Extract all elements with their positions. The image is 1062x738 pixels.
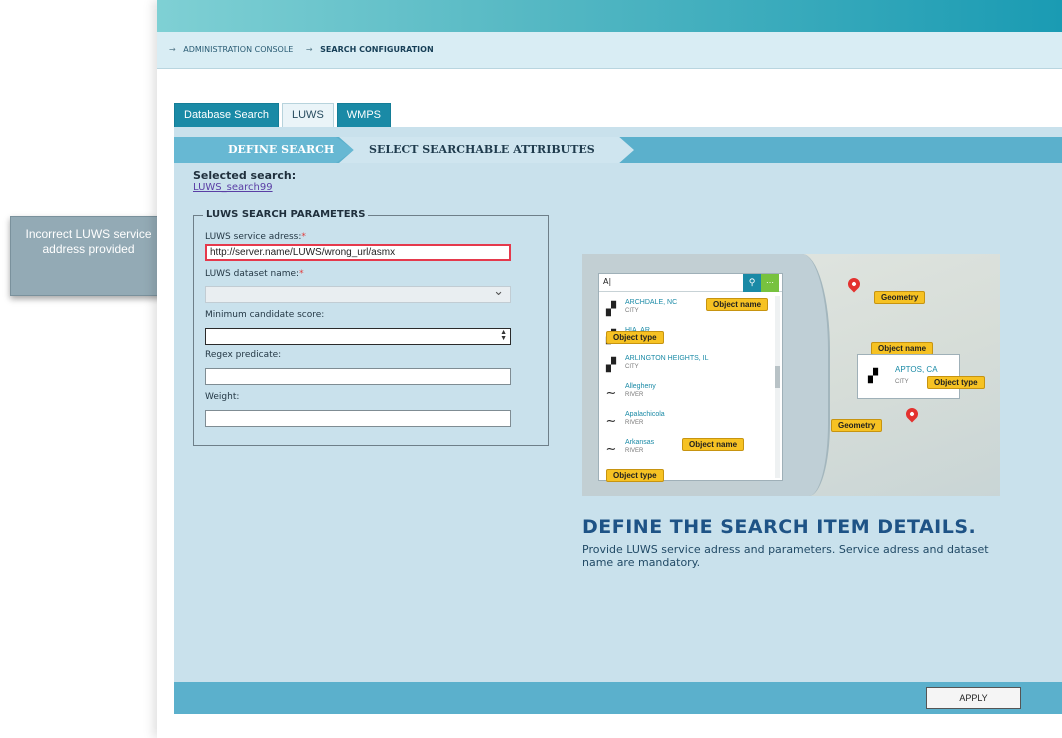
breadcrumb-item-admin-console[interactable]: ADMINISTRATION CONSOLE bbox=[183, 45, 293, 54]
arrow-right-icon: → bbox=[305, 45, 313, 54]
buildings-icon: ▞ bbox=[606, 358, 616, 373]
error-callout: Incorrect LUWS service address provided bbox=[10, 216, 167, 296]
buildings-icon: ▞ bbox=[868, 369, 878, 384]
geometry-tag: Geometry bbox=[874, 291, 926, 304]
highlight-type: CITY bbox=[895, 379, 909, 385]
highlight-name: APTOS, CA bbox=[895, 365, 938, 374]
breadcrumb: → ADMINISTRATION CONSOLE → SEARCH CONFIG… bbox=[157, 32, 1062, 69]
breadcrumb-item-search-configuration[interactable]: SEARCH CONFIGURATION bbox=[320, 45, 433, 54]
top-bar bbox=[157, 0, 1062, 32]
regex-input[interactable] bbox=[205, 368, 511, 385]
error-callout-text: Incorrect LUWS service address provided bbox=[25, 227, 152, 256]
spinner-icon[interactable]: ▲ ▼ bbox=[500, 329, 507, 342]
dataset-name-select[interactable] bbox=[205, 283, 511, 303]
app-window: → ADMINISTRATION CONSOLE → SEARCH CONFIG… bbox=[157, 0, 1062, 738]
wizard-steps: DEFINE SEARCH SELECT SEARCHABLE ATTRIBUT… bbox=[174, 137, 1062, 163]
regex-label: Regex predicate: bbox=[205, 350, 282, 360]
footer-bar: APPLY bbox=[174, 682, 1062, 714]
info-headline: DEFINE THE SEARCH ITEM DETAILS. bbox=[582, 516, 977, 538]
required-mark: * bbox=[301, 232, 306, 242]
min-score-label: Minimum candidate score: bbox=[205, 310, 325, 320]
selected-search-link[interactable]: LUWS_search99 bbox=[193, 182, 273, 193]
tab-wmps[interactable]: WMPS bbox=[336, 103, 392, 127]
river-icon: ∼ bbox=[605, 442, 617, 457]
object-name-tag: Object name bbox=[706, 298, 769, 311]
luws-parameters-fieldset: LUWS SEARCH PARAMETERS LUWS service adre… bbox=[193, 209, 549, 446]
tab-database-search[interactable]: Database Search bbox=[174, 103, 279, 127]
river-icon: ∼ bbox=[605, 414, 617, 429]
step-define-search[interactable]: DEFINE SEARCH bbox=[174, 137, 354, 163]
demo-result-item: ∼ Apalachicola RIVER bbox=[603, 408, 768, 436]
river-icon: ∼ bbox=[605, 386, 617, 401]
fieldset-legend: LUWS SEARCH PARAMETERS bbox=[203, 209, 369, 220]
object-type-tag: Object type bbox=[606, 469, 664, 482]
object-type-tag: Object type bbox=[927, 376, 985, 389]
buildings-icon: ▞ bbox=[606, 302, 616, 317]
selected-search-label: Selected search: bbox=[193, 169, 297, 182]
more-icon: … bbox=[761, 274, 779, 292]
search-icon: ⚲ bbox=[743, 274, 761, 292]
object-type-tag: Object type bbox=[606, 331, 664, 344]
illustration-image: A| ⚲ … ▞ ARCHDALE, NC CITY ▞ HIA, AR CIT… bbox=[582, 254, 1000, 496]
tab-luws[interactable]: LUWS bbox=[282, 103, 334, 127]
weight-label: Weight: bbox=[205, 392, 240, 402]
apply-button[interactable]: APPLY bbox=[926, 687, 1021, 709]
dataset-name-label: LUWS dataset name:* bbox=[205, 269, 304, 279]
min-score-input[interactable]: ▲ ▼ bbox=[205, 328, 511, 345]
service-address-input[interactable]: http://server.name/LUWS/wrong_url/asmx bbox=[205, 244, 511, 261]
info-description: Provide LUWS service adress and paramete… bbox=[582, 543, 989, 569]
weight-input[interactable] bbox=[205, 410, 511, 427]
required-mark: * bbox=[299, 269, 304, 279]
demo-scrollbar bbox=[775, 296, 780, 478]
service-address-label: LUWS service adress:* bbox=[205, 232, 306, 242]
main-panel: DEFINE SEARCH SELECT SEARCHABLE ATTRIBUT… bbox=[174, 127, 1062, 682]
demo-result-item: ∼ Allegheny RIVER bbox=[603, 380, 768, 408]
geometry-tag: Geometry bbox=[831, 419, 883, 432]
object-name-tag: Object name bbox=[682, 438, 745, 451]
demo-result-item: ▞ ARLINGTON HEIGHTS, IL CITY bbox=[603, 352, 768, 380]
tab-bar: Database Search LUWS WMPS bbox=[174, 103, 392, 127]
step-select-searchable-attributes[interactable]: SELECT SEARCHABLE ATTRIBUTES bbox=[339, 137, 634, 163]
arrow-right-icon: → bbox=[169, 45, 176, 54]
